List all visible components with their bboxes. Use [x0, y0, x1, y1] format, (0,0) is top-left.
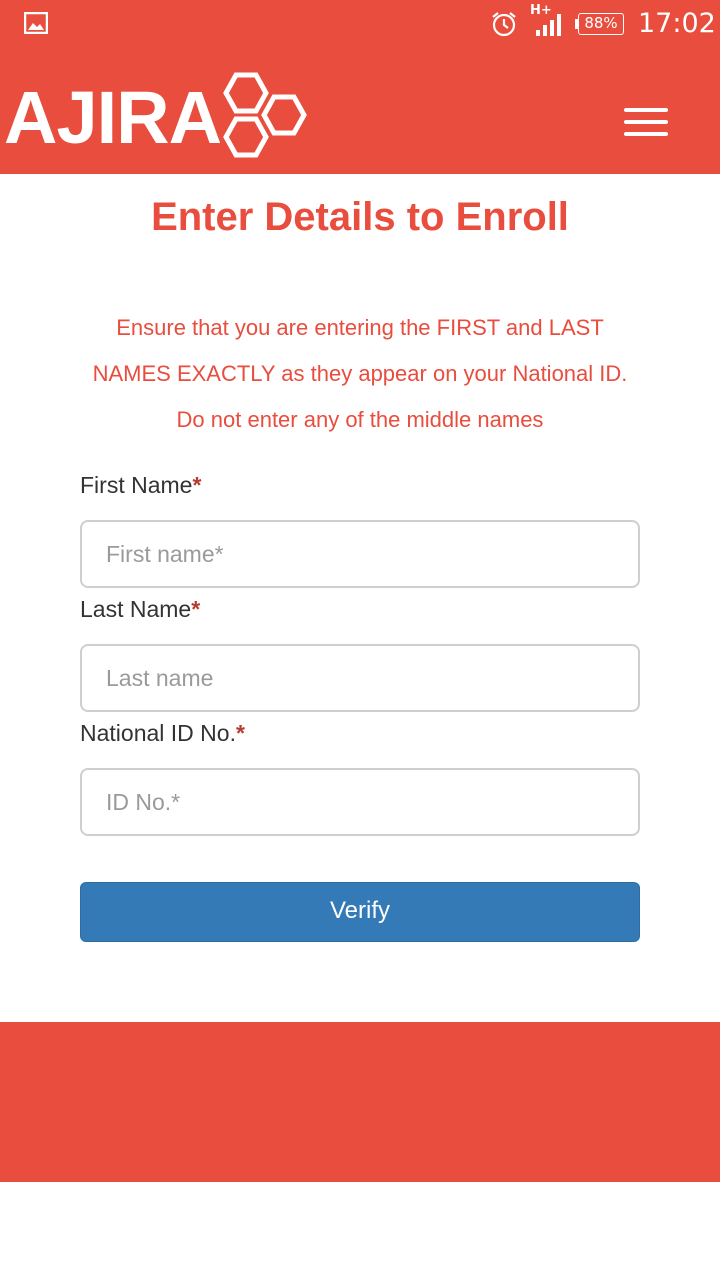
logo-text: AJIRA: [4, 76, 222, 159]
first-name-label-text: First Name: [80, 472, 193, 498]
last-name-input[interactable]: [80, 644, 640, 712]
app-header: AJIRA: [0, 48, 720, 174]
page-title: Enter Details to Enroll: [151, 195, 569, 239]
ajira-logo[interactable]: AJIRA: [4, 70, 309, 162]
gallery-icon: [24, 12, 48, 34]
last-name-label: Last Name*: [80, 594, 200, 624]
signal-icon: [536, 14, 561, 36]
first-name-input[interactable]: [80, 520, 640, 588]
required-marker: *: [235, 720, 245, 746]
national-id-input[interactable]: [80, 768, 640, 836]
first-name-label: First Name*: [80, 470, 201, 500]
notice-line: NAMES EXACTLY as they appear on your Nat…: [92, 361, 628, 386]
alarm-icon: [492, 12, 516, 37]
status-bar: H+ 88% 17:02: [0, 0, 720, 48]
name-entry-notice: Ensure that you are entering the FIRST a…: [60, 305, 660, 443]
verify-button[interactable]: Verify: [80, 882, 640, 942]
national-id-label: National ID No.*: [80, 718, 245, 748]
national-id-label-text: National ID No.: [80, 720, 236, 746]
hexagon-logo-icon: [223, 72, 307, 158]
required-marker: *: [191, 596, 201, 622]
required-marker: *: [192, 472, 202, 498]
notice-line: Ensure that you are entering the FIRST a…: [116, 315, 604, 340]
footer-bar: [0, 1022, 720, 1182]
clock: 17:02: [638, 8, 716, 39]
last-name-label-text: Last Name: [80, 596, 192, 622]
hamburger-menu-icon[interactable]: [622, 106, 670, 138]
battery-icon: 88%: [578, 13, 624, 35]
notice-line: Do not enter any of the middle names: [176, 407, 544, 432]
